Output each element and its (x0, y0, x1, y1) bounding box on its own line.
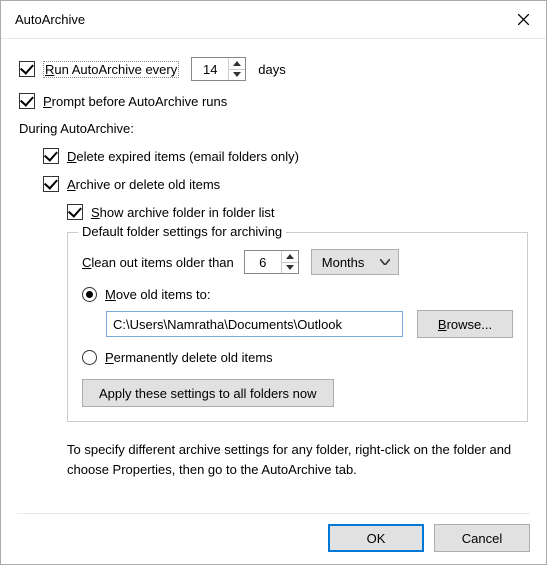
ok-button[interactable]: OK (328, 524, 424, 552)
close-button[interactable] (500, 1, 546, 39)
clean-out-label: Clean out items older than (82, 255, 234, 270)
clean-out-spinbox[interactable] (244, 250, 299, 274)
default-folder-settings-group: Default folder settings for archiving Cl… (67, 232, 528, 422)
perm-delete-label: Permanently delete old items (105, 350, 273, 365)
browse-button[interactable]: Browse... (417, 310, 513, 338)
hint-text: To specify different archive settings fo… (67, 440, 528, 479)
run-days-input[interactable] (192, 58, 228, 80)
archive-delete-checkbox[interactable] (43, 176, 59, 192)
move-items-label: Move old items to: (105, 287, 211, 302)
close-icon (518, 14, 529, 25)
spin-down-icon[interactable] (229, 70, 245, 81)
spin-down-icon[interactable] (282, 263, 298, 274)
run-autoarchive-label: Run AutoArchive every (43, 62, 179, 77)
cancel-button[interactable]: Cancel (434, 524, 530, 552)
apply-all-button[interactable]: Apply these settings to all folders now (82, 379, 334, 407)
clean-out-input[interactable] (245, 251, 281, 273)
delete-expired-label: Delete expired items (email folders only… (67, 149, 299, 164)
run-days-unit: days (258, 62, 285, 77)
during-label: During AutoArchive: (19, 121, 528, 136)
perm-delete-radio[interactable] (82, 350, 97, 365)
delete-expired-checkbox[interactable] (43, 148, 59, 164)
chevron-down-icon (380, 259, 390, 265)
prompt-label: Prompt before AutoArchive runs (43, 94, 227, 109)
spin-up-icon[interactable] (282, 251, 298, 263)
run-autoarchive-checkbox[interactable] (19, 61, 35, 77)
dialog-footer: OK Cancel (17, 513, 530, 552)
titlebar: AutoArchive (1, 1, 546, 39)
show-folder-label: Show archive folder in folder list (91, 205, 275, 220)
fieldset-legend: Default folder settings for archiving (78, 224, 286, 239)
archive-delete-label: Archive or delete old items (67, 177, 220, 192)
move-items-radio[interactable] (82, 287, 97, 302)
archive-path-input[interactable] (106, 311, 403, 337)
run-days-spinbox[interactable] (191, 57, 246, 81)
spin-up-icon[interactable] (229, 58, 245, 70)
prompt-checkbox[interactable] (19, 93, 35, 109)
window-title: AutoArchive (15, 12, 500, 27)
dialog-content: Run AutoArchive every days Prompt before… (1, 39, 546, 489)
show-folder-checkbox[interactable] (67, 204, 83, 220)
clean-out-unit-select[interactable]: Months (311, 249, 399, 275)
clean-out-unit-value: Months (322, 255, 365, 270)
